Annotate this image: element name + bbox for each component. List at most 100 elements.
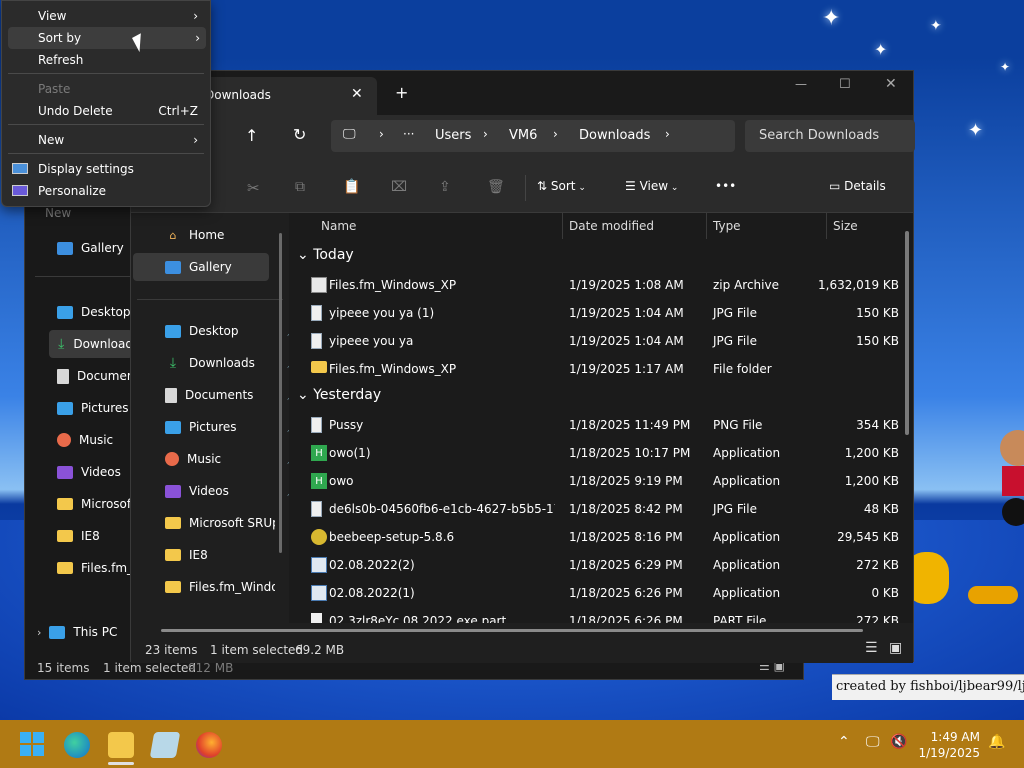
nav-item-videos[interactable]: Videos📌 bbox=[165, 477, 299, 505]
menu-item-sort-by[interactable]: Sort by › bbox=[8, 27, 206, 49]
tab-title: Downloads bbox=[205, 88, 271, 102]
horizontal-scrollbar[interactable] bbox=[161, 629, 863, 632]
divider bbox=[706, 213, 707, 239]
nav-item-downloads[interactable]: ⤓Downloads📌 bbox=[165, 349, 299, 377]
details-button[interactable]: ▭ Details bbox=[829, 179, 886, 193]
menu-item-personalize[interactable]: Personalize bbox=[2, 180, 210, 202]
file-row[interactable]: Files.fm_Windows_XP 1/19/2025 1:08 AM zip … bbox=[289, 271, 899, 299]
notification-bell-icon[interactable]: 🔔 bbox=[988, 734, 1005, 750]
nav-item-downloads[interactable]: ⤓ Download bbox=[49, 330, 133, 358]
nav-item-home[interactable]: ⌂ Home bbox=[165, 221, 289, 249]
paste-icon[interactable]: 📋 bbox=[343, 179, 360, 195]
view-button[interactable]: ☰ View ⌄ bbox=[625, 179, 678, 193]
chevron-down-icon: ⌄ bbox=[668, 183, 679, 193]
documents-icon bbox=[57, 368, 69, 384]
column-header-size[interactable]: Size bbox=[833, 219, 858, 247]
nav-item-music[interactable]: Music bbox=[57, 426, 113, 454]
nav-item-pictures[interactable]: Pictures bbox=[57, 394, 129, 422]
new-tab-icon[interactable]: + bbox=[395, 83, 408, 102]
tiles-view-icon[interactable]: ▣ bbox=[889, 640, 902, 656]
file-row[interactable]: 02.08.2022(1) 1/18/2025 6:26 PM Applicatio… bbox=[289, 579, 899, 607]
file-row[interactable]: Howo 1/18/2025 9:19 PM Application 1,200 KB bbox=[289, 467, 899, 495]
network-icon[interactable]: 🖵 bbox=[866, 734, 880, 750]
menu-item-paste[interactable]: Paste bbox=[2, 78, 210, 100]
nav-item-documents[interactable]: Documen bbox=[57, 362, 134, 390]
refresh-icon[interactable]: ↻ bbox=[293, 125, 306, 144]
column-header-date[interactable]: Date modified bbox=[569, 219, 654, 247]
file-row[interactable]: Pussy 1/18/2025 11:49 PM PNG File 354 KB bbox=[289, 411, 899, 439]
file-row[interactable]: yipeee you ya (1) 1/19/2025 1:04 AM JPG Fi… bbox=[289, 299, 899, 327]
column-header-type[interactable]: Type bbox=[713, 219, 741, 247]
chevron-up-icon[interactable]: ⌃ bbox=[838, 734, 850, 750]
breadcrumb-downloads[interactable]: Downloads bbox=[579, 128, 650, 143]
nav-item-ie8[interactable]: IE8 bbox=[165, 541, 289, 569]
explorer-window[interactable]: Downloads ✕ + — ☐ ✕ ↑ ↻ 🖵 › ··· Users › … bbox=[130, 70, 915, 663]
menu-item-new[interactable]: New › bbox=[2, 129, 210, 151]
nav-item-pictures[interactable]: Pictures📌 bbox=[165, 413, 299, 441]
nav-item-this-pc[interactable]: › This PC bbox=[37, 618, 117, 646]
nav-scrollbar[interactable] bbox=[279, 233, 282, 553]
file-row[interactable]: Howo(1) 1/18/2025 10:17 PM Application 1,20… bbox=[289, 439, 899, 467]
cell-name: Files.fm_Windows_XP bbox=[329, 362, 457, 376]
sort-button[interactable]: ⇅ Sort ⌄ bbox=[537, 179, 586, 193]
file-row[interactable]: 02.08.2022(2) 1/18/2025 6:29 PM Applicatio… bbox=[289, 551, 899, 579]
details-view-icon[interactable]: ☰ bbox=[865, 640, 878, 656]
file-row[interactable]: yipeee you ya 1/19/2025 1:04 AM JPG File 15… bbox=[289, 327, 899, 355]
column-header-name[interactable]: Name bbox=[321, 219, 356, 247]
file-row[interactable]: Files.fm_Windows_XP 1/19/2025 1:17 AM File… bbox=[289, 355, 899, 383]
app-window-icon bbox=[311, 557, 327, 573]
close-window-icon[interactable]: ✕ bbox=[885, 76, 897, 92]
search-input[interactable]: Search Downloads bbox=[745, 120, 915, 152]
breadcrumb-vm6[interactable]: VM6 bbox=[509, 128, 537, 143]
menu-item-display-settings[interactable]: Display settings bbox=[2, 158, 210, 180]
cell-type: PNG File bbox=[713, 418, 763, 432]
ellipsis-icon[interactable]: ··· bbox=[403, 127, 414, 141]
nav-item-documents[interactable]: Documents📌 bbox=[165, 381, 299, 409]
nav-item-gallery[interactable]: Gallery bbox=[133, 253, 269, 281]
close-tab-icon[interactable]: ✕ bbox=[351, 86, 363, 102]
pc-icon: 🖵 bbox=[343, 127, 356, 142]
edge-icon[interactable] bbox=[64, 732, 90, 758]
rename-icon[interactable]: ⌧ bbox=[391, 179, 407, 195]
file-row[interactable]: de6ls0b-04560fb6-e1cb-4627-b5b5-17d7... 1… bbox=[289, 495, 899, 523]
cut-icon[interactable]: ✂ bbox=[247, 179, 260, 197]
group-header[interactable]: ⌄ Yesterday bbox=[297, 387, 381, 403]
delete-icon[interactable]: 🗑 bbox=[487, 179, 505, 195]
nav-item-microsoft-srup[interactable]: Microsoft SRUp bbox=[165, 509, 289, 537]
nav-item-videos[interactable]: Videos bbox=[57, 458, 121, 486]
group-header[interactable]: ⌄ Today bbox=[297, 247, 354, 263]
nav-item-microsoft[interactable]: Microsoft bbox=[57, 490, 136, 518]
nav-item-desktop[interactable]: Desktop bbox=[57, 298, 131, 326]
minimize-icon[interactable]: — bbox=[795, 77, 807, 91]
cell-date: 1/18/2025 6:29 PM bbox=[569, 558, 683, 572]
firefox-icon[interactable] bbox=[196, 732, 222, 758]
address-bar[interactable]: 🖵 › ··· Users › VM6 › Downloads › bbox=[331, 120, 735, 152]
nav-item-files-fm-window[interactable]: Files.fm_Window bbox=[165, 573, 289, 601]
nav-item-ie8[interactable]: IE8 bbox=[57, 522, 100, 550]
file-row[interactable]: 02.3zlr8eYc.08.2022.exe.part 1/18/2025 6:… bbox=[289, 607, 899, 623]
nav-item-music[interactable]: Music📌 bbox=[165, 445, 299, 473]
tab-downloads[interactable]: Downloads ✕ bbox=[191, 77, 377, 115]
volume-muted-icon[interactable]: 🔇 bbox=[890, 734, 907, 750]
file-row[interactable]: beebeep-setup-5.8.6 1/18/2025 8:16 PM Appl… bbox=[289, 523, 899, 551]
up-arrow-icon[interactable]: ↑ bbox=[245, 126, 258, 145]
maximize-icon[interactable]: ☐ bbox=[839, 77, 851, 92]
menu-item-undo-delete[interactable]: Undo Delete Ctrl+Z bbox=[2, 100, 210, 122]
gold-shape bbox=[968, 586, 1018, 604]
menu-item-view[interactable]: View › bbox=[2, 5, 210, 27]
cell-type: JPG File bbox=[713, 334, 757, 348]
divider bbox=[137, 299, 283, 300]
nav-item-gallery[interactable]: Gallery bbox=[57, 234, 124, 262]
file-explorer-icon[interactable] bbox=[108, 732, 134, 758]
start-button[interactable] bbox=[20, 732, 44, 756]
share-icon[interactable]: ⇪ bbox=[439, 179, 451, 195]
nav-item-desktop[interactable]: Desktop📌 bbox=[165, 317, 299, 345]
menu-item-refresh[interactable]: Refresh bbox=[2, 49, 210, 71]
cell-type: Application bbox=[713, 586, 781, 600]
vertical-scrollbar[interactable] bbox=[905, 231, 909, 435]
clock[interactable]: 1:49 AM 1/19/2025 bbox=[918, 729, 980, 761]
breadcrumb-users[interactable]: Users bbox=[435, 128, 471, 143]
more-options-icon[interactable]: ••• bbox=[715, 179, 736, 193]
app-icon[interactable] bbox=[149, 732, 181, 758]
copy-icon[interactable]: ⧉ bbox=[295, 179, 305, 195]
